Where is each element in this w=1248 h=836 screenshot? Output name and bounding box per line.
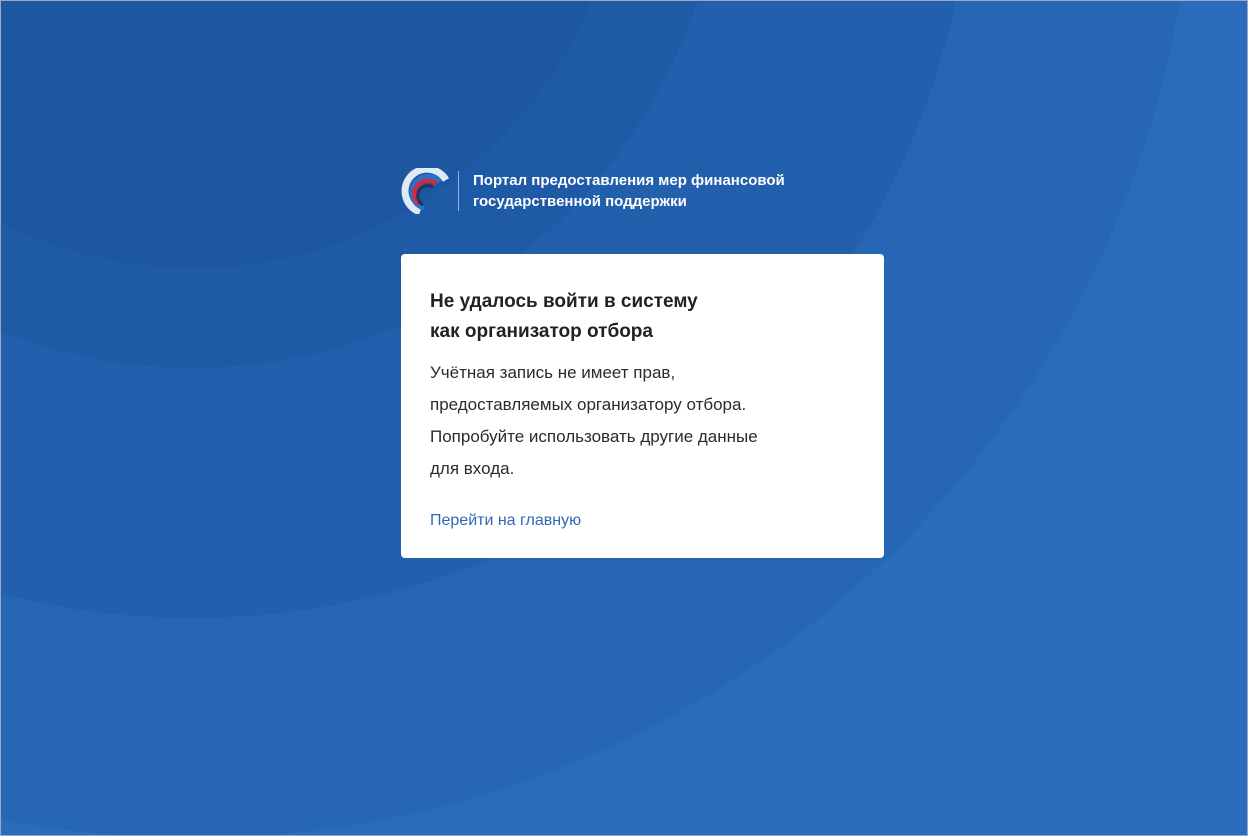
error-dialog: Не удалось войти в систему как организат…	[401, 254, 884, 558]
dialog-message: Учётная запись не имеет прав, предоставл…	[430, 363, 758, 478]
header-divider	[458, 171, 459, 211]
portal-title: Портал предоставления мер финансовой гос…	[473, 172, 785, 210]
portal-header: Портал предоставления мер финансовой гос…	[400, 168, 853, 214]
go-home-link[interactable]: Перейти на главную	[430, 511, 581, 531]
dialog-title: Не удалось войти в систему как организат…	[430, 291, 698, 342]
portal-logo-icon[interactable]	[400, 168, 450, 214]
